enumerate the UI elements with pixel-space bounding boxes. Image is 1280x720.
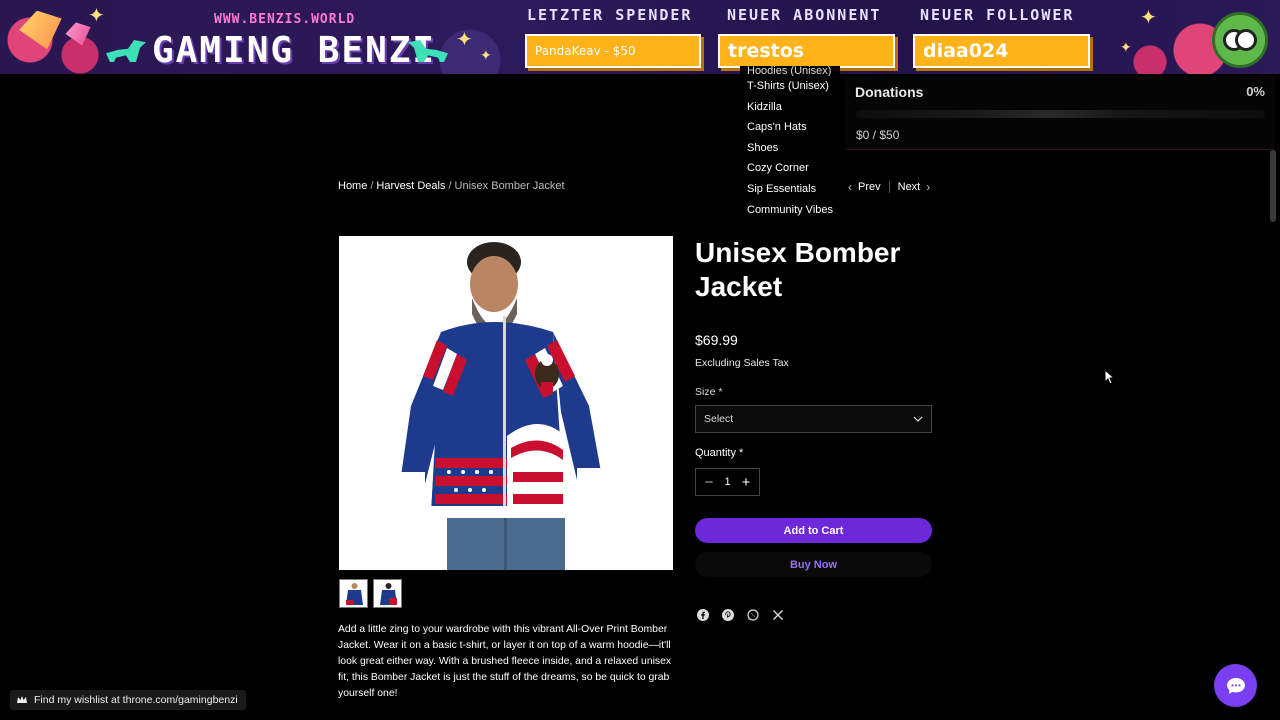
last-donor-label: LETZTER SPENDER (527, 6, 693, 24)
menu-item-tshirts[interactable]: T-Shirts (Unisex) (747, 76, 840, 97)
quantity-label: Quantity * (695, 447, 744, 459)
menu-item-caps-hats[interactable]: Caps'n Hats (747, 117, 840, 138)
thumbnail-image (374, 580, 401, 607)
product-pager: ‹ Prev Next › (848, 180, 930, 194)
donations-title: Donations (855, 84, 924, 100)
donations-progress-bar (856, 110, 1265, 118)
sparkle-icon: ✦ (1120, 39, 1132, 55)
product-title: Unisex Bomber Jacket (695, 237, 901, 302)
chevron-right-icon[interactable]: › (926, 180, 930, 194)
size-select-value: Select (704, 413, 734, 425)
breadcrumb-home[interactable]: Home (338, 180, 367, 192)
sparkle-icon: ✦ (480, 47, 492, 63)
tax-note: Excluding Sales Tax (695, 357, 789, 369)
size-select[interactable]: Select (695, 405, 932, 433)
menu-item-kidzilla[interactable]: Kidzilla (747, 97, 840, 118)
pinterest-icon[interactable] (721, 608, 735, 622)
quantity-value[interactable]: 1 (724, 476, 730, 488)
share-icons (696, 608, 785, 622)
breadcrumb: Home / Harvest Deals / Unisex Bomber Jacket (338, 180, 565, 192)
chat-button[interactable] (1214, 664, 1257, 707)
donations-widget: Donations 0% $0 / $50 (846, 76, 1274, 150)
size-label: Size * (695, 386, 723, 398)
product-main-image[interactable] (339, 236, 673, 570)
menu-item-hoodies[interactable]: Hoodies (Unisex) (747, 66, 840, 76)
increment-button[interactable]: + (739, 474, 753, 491)
pager-divider (888, 181, 890, 193)
bomber-jacket-photo (339, 236, 673, 570)
new-follower-value: diaa024 (913, 34, 1090, 68)
next-link[interactable]: Next (898, 181, 921, 193)
sparkle-icon: ✦ (1140, 7, 1157, 29)
crown-icon (17, 696, 27, 703)
donations-amount: $0 / $50 (856, 128, 900, 142)
breadcrumb-category[interactable]: Harvest Deals (376, 180, 445, 192)
menu-item-community-vibes[interactable]: Community Vibes (747, 200, 840, 221)
new-subscriber-value: trestos (718, 34, 895, 68)
wishlist-banner: Find my wishlist at throne.com/gamingben… (10, 690, 246, 710)
product-description: Add a little zing to your wardrobe with … (338, 624, 672, 699)
menu-item-cozy-corner[interactable]: Cozy Corner (747, 158, 840, 179)
thumbnail-image (340, 580, 367, 607)
chevron-down-icon (913, 416, 923, 422)
product-thumbnail-back[interactable] (373, 579, 402, 608)
mouse-cursor-icon (1104, 368, 1116, 390)
prev-link[interactable]: Prev (858, 181, 881, 193)
add-to-cart-button[interactable]: Add to Cart (695, 518, 932, 543)
quantity-stepper: − 1 + (695, 468, 760, 496)
chat-bubble-icon (1226, 677, 1245, 694)
donations-percent: 0% (1246, 84, 1265, 99)
facebook-icon[interactable] (696, 608, 710, 622)
product-thumbnail-front[interactable] (339, 579, 368, 608)
banner-logo-text: GAMING BENZI (152, 30, 437, 71)
product-price: $69.99 (695, 332, 738, 348)
menu-item-sip-essentials[interactable]: Sip Essentials (747, 179, 840, 200)
new-subscriber-label: NEUER ABONNENT (727, 6, 882, 24)
decrement-button[interactable]: − (702, 474, 716, 491)
stream-overlay-banner: ✦ ✦ ✦ ✦ ✦ WWW.BENZIS.WORLD GAMING BENZI … (0, 0, 1280, 74)
buy-now-button[interactable]: Buy Now (695, 552, 932, 577)
page-scrollbar[interactable] (1270, 150, 1276, 222)
product-thumbnails (339, 579, 402, 608)
mascot-icon (1212, 12, 1268, 68)
last-donor-value: PandaKeav - $50 (525, 34, 701, 68)
category-dropdown-menu: Hoodies (Unisex) T-Shirts (Unisex) Kidzi… (740, 66, 840, 221)
sparkle-icon: ✦ (456, 29, 473, 51)
sparkle-icon: ✦ (88, 5, 105, 27)
breadcrumb-separator: / (370, 180, 374, 192)
chevron-left-icon[interactable]: ‹ (848, 180, 852, 194)
x-icon[interactable] (771, 608, 785, 622)
whatsapp-icon[interactable] (746, 608, 760, 622)
new-follower-label: NEUER FOLLOWER (920, 6, 1075, 24)
breadcrumb-current: Unisex Bomber Jacket (454, 180, 565, 192)
wishlist-text: Find my wishlist at throne.com/gamingben… (34, 694, 238, 706)
banner-site-url: WWW.BENZIS.WORLD (214, 12, 356, 27)
breadcrumb-separator: / (448, 180, 452, 192)
menu-item-shoes[interactable]: Shoes (747, 138, 840, 159)
